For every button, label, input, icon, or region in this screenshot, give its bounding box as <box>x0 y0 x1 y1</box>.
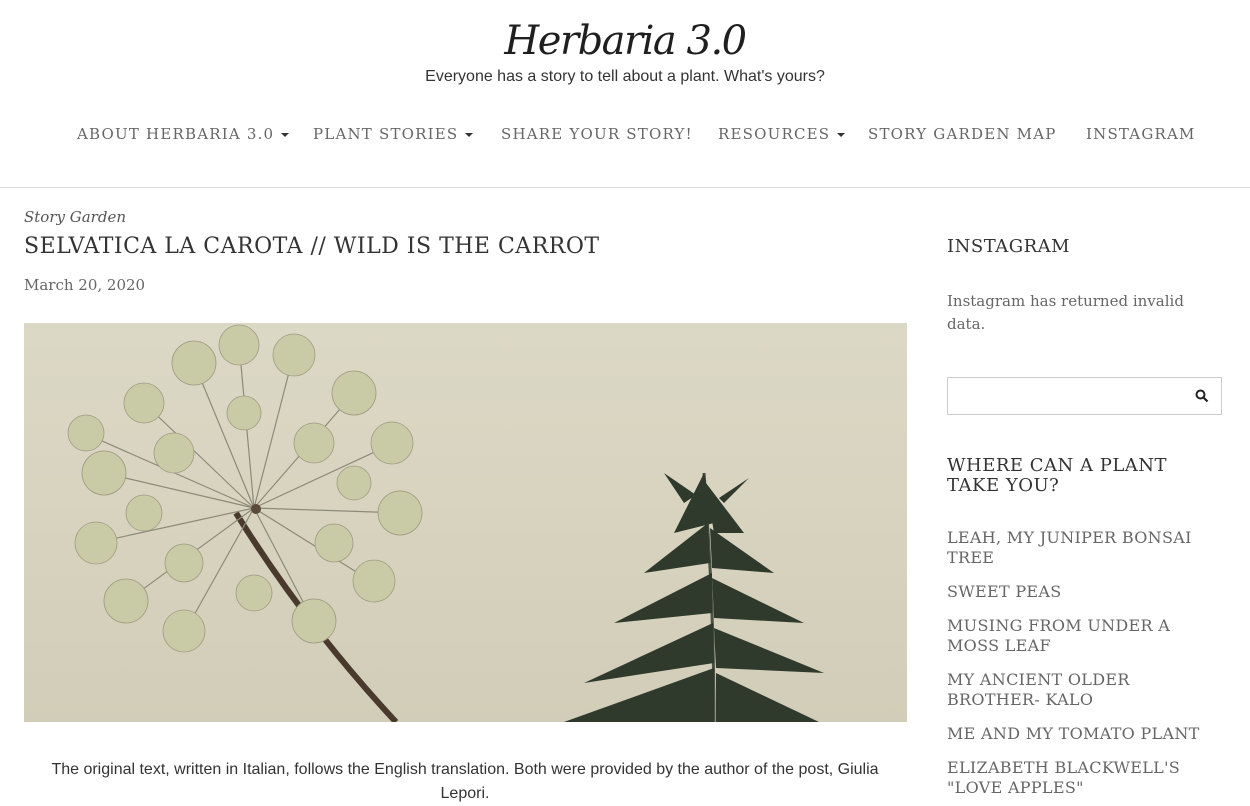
post-title: SELVATICA LA CAROTA // WILD IS THE CARRO… <box>24 234 600 259</box>
carrot-leaf-frond <box>564 472 824 722</box>
nav-label: STORY GARDEN MAP <box>868 125 1057 143</box>
nav-item-about[interactable]: ABOUT HERBARIA 3.0 <box>77 124 290 144</box>
nav-item-instagram[interactable]: INSTAGRAM <box>1086 124 1196 144</box>
nav-item-resources[interactable]: RESOURCES <box>718 124 846 144</box>
caret-down-icon <box>837 133 846 137</box>
nav-item-story-garden-map[interactable]: STORY GARDEN MAP <box>868 124 1057 144</box>
nav-label: ABOUT HERBARIA 3.0 <box>77 125 275 143</box>
story-link[interactable]: SWEET PEAS <box>947 582 1224 602</box>
nav-item-share-your-story[interactable]: SHARE YOUR STORY! <box>501 124 693 144</box>
stories-widget-title: WHERE CAN A PLANT TAKE YOU? <box>947 455 1168 496</box>
nav-label: PLANT STORIES <box>313 125 459 143</box>
story-link[interactable]: LEAH, MY JUNIPER BONSAI TREE <box>947 528 1224 568</box>
instagram-error-message: Instagram has returned invalid data. <box>947 292 1184 333</box>
nav-label: INSTAGRAM <box>1086 125 1196 143</box>
instagram-widget-title: INSTAGRAM <box>947 236 1071 257</box>
wild-carrot-flower-umbel <box>67 324 423 722</box>
hero-image-pressed-carrot <box>24 323 907 722</box>
nav-label: SHARE YOUR STORY! <box>501 125 693 143</box>
site-title[interactable]: Herbaria 3.0 <box>0 18 1250 64</box>
search-icon[interactable] <box>1195 389 1211 405</box>
story-link[interactable]: MY ANCIENT OLDER BROTHER- KALO <box>947 670 1224 710</box>
nav-item-plant-stories[interactable]: PLANT STORIES <box>313 124 474 144</box>
nav-label: RESOURCES <box>718 125 831 143</box>
caret-down-icon <box>281 133 290 137</box>
post-category-link[interactable]: Story Garden <box>24 208 126 226</box>
story-link[interactable]: ME AND MY TOMATO PLANT <box>947 724 1224 744</box>
site-header: Herbaria 3.0 Everyone has a story to tel… <box>0 0 1250 188</box>
post-date: March 20, 2020 <box>24 276 146 294</box>
story-link[interactable]: ELIZABETH BLACKWELL'S "LOVE APPLES" <box>947 758 1224 798</box>
story-link[interactable]: MUSING FROM UNDER A MOSS LEAF <box>947 616 1224 656</box>
post-intro-text: The original text, written in Italian, f… <box>51 761 879 802</box>
site-tagline: Everyone has a story to tell about a pla… <box>425 68 825 85</box>
search-input[interactable] <box>948 378 1178 414</box>
search-form <box>947 377 1222 415</box>
pressed-plant-illustration <box>67 324 824 722</box>
caret-down-icon <box>465 133 474 137</box>
